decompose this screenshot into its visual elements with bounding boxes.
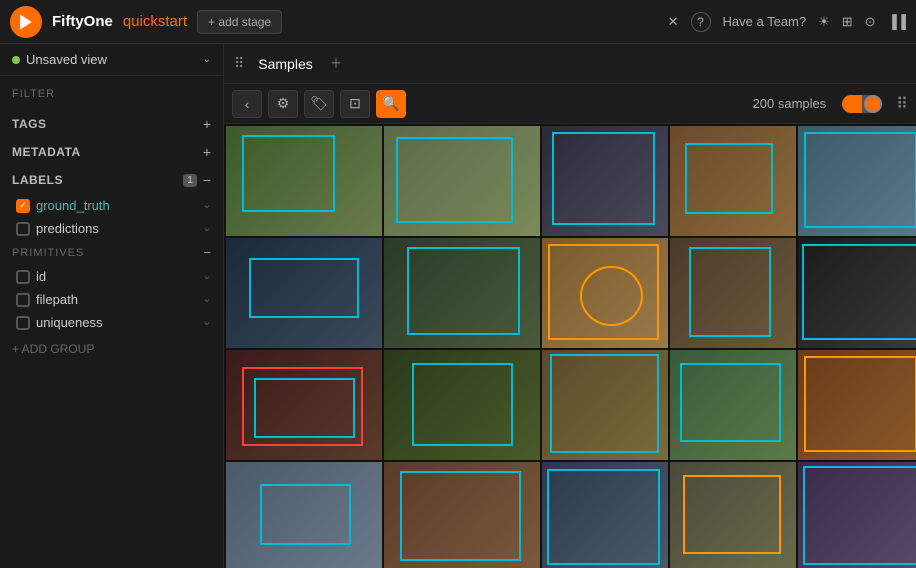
grid-row-1 [226, 126, 914, 236]
image-grid [224, 124, 916, 568]
add-stage-button[interactable]: + add stage [197, 10, 282, 34]
metadata-row[interactable]: METADATA + [0, 138, 223, 166]
uniqueness-label: uniqueness [36, 315, 197, 330]
unsaved-view-chevron: ⌄ [203, 54, 211, 65]
ground-truth-label: ground_truth [36, 198, 197, 213]
metadata-add-icon[interactable]: + [203, 144, 211, 160]
id-checkbox[interactable] [16, 270, 30, 284]
grid-item[interactable] [384, 238, 540, 348]
grid-item[interactable] [542, 462, 668, 568]
metadata-label: METADATA [12, 145, 81, 159]
predictions-checkbox[interactable] [16, 222, 30, 236]
github-icon[interactable]: ⊙ [865, 14, 876, 30]
id-label: id [36, 269, 197, 284]
uniqueness-primitive-item[interactable]: uniqueness ⌄ [0, 311, 223, 334]
grid-item[interactable] [542, 350, 668, 460]
predictions-label: predictions [36, 221, 197, 236]
topbar: FiftyOne quickstart + add stage ✕ ? Have… [0, 0, 916, 44]
grid-row-4 [226, 462, 914, 568]
grid-item[interactable] [384, 350, 540, 460]
labels-row[interactable]: LABELS 1 − [0, 166, 223, 194]
content-header: ⠿ Samples + [224, 44, 916, 84]
toggle-track[interactable] [842, 95, 882, 113]
grid-item[interactable] [798, 462, 916, 568]
grid-item[interactable] [226, 238, 382, 348]
app-name: FiftyOne [52, 13, 113, 30]
id-primitive-item[interactable]: id ⌄ [0, 265, 223, 288]
ground-truth-item[interactable]: ground_truth ⌄ [0, 194, 223, 217]
primitives-minus-icon[interactable]: − [203, 245, 211, 260]
tags-label: TAGS [12, 117, 46, 131]
app-logo [10, 6, 42, 38]
add-group-button[interactable]: + ADD GROUP [0, 334, 223, 364]
primitives-label: PRIMITIVES [12, 247, 84, 259]
view-status-dot [12, 56, 20, 64]
unsaved-view-label: Unsaved view [26, 52, 107, 67]
grid-item[interactable] [798, 126, 916, 236]
filepath-checkbox[interactable] [16, 293, 30, 307]
labels-count-badge: 1 [183, 174, 197, 187]
grid-dots-icon: ⠿ [234, 55, 244, 72]
unsaved-view-selector[interactable]: Unsaved view ⌄ [0, 44, 223, 76]
grid-row-3 [226, 350, 914, 460]
ground-truth-chevron[interactable]: ⌄ [203, 200, 211, 211]
toolbar: ‹ ⚙ 🏷 ⊡ 🔍 200 samples ⠿ [224, 84, 916, 124]
grid-item[interactable] [542, 238, 668, 348]
grid-item[interactable] [670, 126, 796, 236]
settings-button[interactable]: ⚙ [268, 90, 298, 118]
grid-row-2 [226, 238, 914, 348]
toggle-container[interactable] [842, 95, 882, 113]
filepath-label: filepath [36, 292, 197, 307]
uniqueness-chevron[interactable]: ⌄ [203, 317, 211, 328]
grid-item[interactable] [670, 238, 796, 348]
search-button[interactable]: 🔍 [376, 90, 406, 118]
grid-item[interactable] [226, 126, 382, 236]
primitives-section: PRIMITIVES − [0, 240, 223, 265]
grid-item[interactable] [384, 462, 540, 568]
grid-view-button[interactable]: ⠿ [896, 94, 908, 114]
labels-minus-icon[interactable]: − [203, 172, 211, 188]
filter-view-button[interactable]: ⊡ [340, 90, 370, 118]
toggle-knob[interactable] [864, 95, 882, 113]
tag-button[interactable]: 🏷 [304, 90, 334, 118]
grid-item[interactable] [384, 126, 540, 236]
tags-row[interactable]: TAGS + [0, 110, 223, 138]
sample-count-text: 200 samples [753, 96, 827, 111]
labels-label: LABELS [12, 173, 63, 187]
content-area: ⠿ Samples + ‹ ⚙ 🏷 ⊡ 🔍 200 samples ⠿ [224, 44, 916, 568]
grid-icon[interactable]: ⊞ [842, 14, 853, 30]
close-icon[interactable]: ✕ [668, 14, 679, 30]
menu-icon[interactable]: ▐▐ [888, 14, 906, 29]
tags-add-icon[interactable]: + [203, 116, 211, 132]
filepath-primitive-item[interactable]: filepath ⌄ [0, 288, 223, 311]
grid-item[interactable] [798, 350, 916, 460]
filter-label: FILTER [12, 82, 211, 104]
grid-item[interactable] [226, 350, 382, 460]
predictions-chevron[interactable]: ⌄ [203, 223, 211, 234]
have-team-text: Have a Team? [723, 14, 807, 29]
add-tab-button[interactable]: + [327, 53, 346, 74]
back-button[interactable]: ‹ [232, 90, 262, 118]
filepath-chevron[interactable]: ⌄ [203, 294, 211, 305]
ground-truth-checkbox[interactable] [16, 199, 30, 213]
predictions-item[interactable]: predictions ⌄ [0, 217, 223, 240]
grid-item[interactable] [226, 462, 382, 568]
sidebar: Unsaved view ⌄ FILTER TAGS + METADATA + … [0, 44, 224, 568]
grid-item[interactable] [542, 126, 668, 236]
grid-item[interactable] [670, 462, 796, 568]
dataset-name: quickstart [123, 13, 187, 30]
help-icon[interactable]: ? [691, 12, 711, 32]
grid-item[interactable] [798, 238, 916, 348]
uniqueness-checkbox[interactable] [16, 316, 30, 330]
sun-icon[interactable]: ☀ [818, 14, 830, 30]
grid-item[interactable] [670, 350, 796, 460]
id-chevron[interactable]: ⌄ [203, 271, 211, 282]
tab-samples[interactable]: Samples [252, 56, 318, 72]
